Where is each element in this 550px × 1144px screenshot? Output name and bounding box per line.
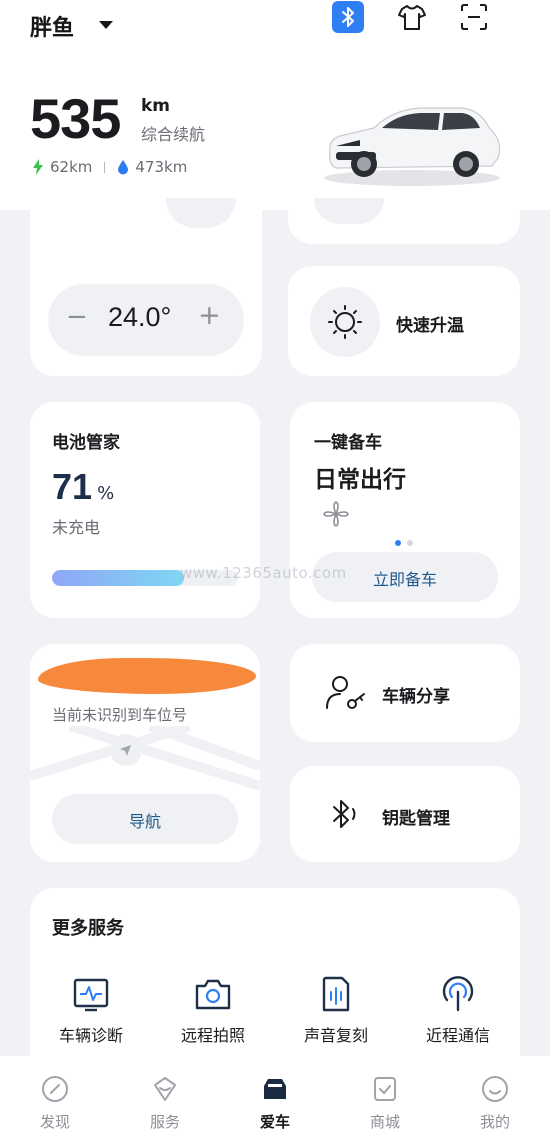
tab-service-label: 服务 xyxy=(149,1113,180,1131)
quick-action-card-top xyxy=(288,188,520,244)
range-unit: km xyxy=(141,96,171,116)
car-name[interactable]: 胖鱼 xyxy=(30,10,74,42)
service-diagnostics[interactable]: 车辆诊断 xyxy=(30,970,152,1050)
divider xyxy=(104,161,106,173)
tshirt-icon[interactable] xyxy=(396,1,428,33)
page-indicator xyxy=(395,540,413,546)
service-near-comm[interactable]: 近程通信 xyxy=(397,970,519,1050)
bottom-tab-bar: 发现 服务 爱车 商城 我的 xyxy=(0,1056,550,1144)
service-remote-photo[interactable]: 远程拍照 xyxy=(152,970,274,1050)
tab-discover[interactable]: 发现 xyxy=(0,1056,110,1144)
charge-status: 未充电 xyxy=(52,518,101,537)
temperature-control: − 24.0° + xyxy=(48,284,244,356)
navigate-label: 导航 xyxy=(128,812,161,831)
parking-card: 当前未识别到车位号 导航 xyxy=(30,644,260,862)
quick-heat-label: 快速升温 xyxy=(396,316,464,336)
diagnostics-icon xyxy=(73,978,109,1012)
battery-percent-unit: % xyxy=(97,483,115,504)
battery-bar-fill xyxy=(52,570,185,586)
tab-mall[interactable]: 商城 xyxy=(330,1056,440,1144)
camera-icon xyxy=(195,979,231,1010)
battery-title: 电池管家 xyxy=(52,433,120,453)
battery-percent: 71 xyxy=(52,466,93,507)
diamond-heart-icon xyxy=(154,1077,176,1101)
parking-status: 当前未识别到车位号 xyxy=(52,706,188,724)
bag-icon xyxy=(374,1077,396,1101)
range-label: 综合续航 xyxy=(141,125,206,144)
share-user-key-icon xyxy=(326,676,365,709)
tab-service[interactable]: 服务 xyxy=(110,1056,220,1144)
chevron-down-icon[interactable] xyxy=(99,21,113,29)
map-background xyxy=(30,726,260,791)
fuel-range: 473km xyxy=(135,158,188,176)
ready-mode[interactable]: 日常出行 xyxy=(314,460,406,494)
bluetooth-key-icon xyxy=(333,800,356,828)
more-services-title: 更多服务 xyxy=(52,918,124,939)
climate-icon-button[interactable] xyxy=(166,198,236,228)
compass-icon xyxy=(42,1076,68,1102)
temperature-plus-button[interactable]: + xyxy=(198,300,221,331)
climate-card: − 24.0° + xyxy=(30,188,262,376)
service-diagnostics-label: 车辆诊断 xyxy=(58,1026,123,1045)
fuel-drop-icon xyxy=(118,160,129,175)
service-voice-clone[interactable]: 声音复刻 xyxy=(275,970,397,1050)
watermark-text: www.12365auto.com xyxy=(180,564,347,582)
navigate-button[interactable]: 导航 xyxy=(52,794,238,844)
tab-profile-label: 我的 xyxy=(479,1113,510,1131)
temperature-minus-button[interactable]: − xyxy=(66,302,88,332)
tab-my-car[interactable]: 爱车 xyxy=(220,1056,330,1144)
key-management-card[interactable]: 钥匙管理 xyxy=(290,766,520,862)
ready-card: 一键备车 日常出行 立即备车 xyxy=(290,402,520,618)
sun-icon xyxy=(328,305,362,339)
vehicle-share-label: 车辆分享 xyxy=(382,687,450,707)
quick-heat-card[interactable]: 快速升温 xyxy=(288,266,520,376)
service-near-comm-label: 近程通信 xyxy=(425,1026,490,1045)
car-icon xyxy=(264,1079,286,1099)
vehicle-header: 胖鱼 535 km 综合续航 62km 473km xyxy=(0,0,550,210)
near-comm-icon xyxy=(442,976,474,1012)
battery-card[interactable]: 电池管家 71 % 未充电 xyxy=(30,402,260,618)
tab-profile[interactable]: 我的 xyxy=(440,1056,550,1144)
electric-range: 62km xyxy=(50,158,93,176)
car-image[interactable] xyxy=(316,96,504,188)
range-value: 535 xyxy=(30,87,121,150)
ready-title: 一键备车 xyxy=(314,433,382,453)
lightning-icon xyxy=(33,159,43,175)
page-dot xyxy=(407,540,413,546)
service-voice-clone-label: 声音复刻 xyxy=(303,1026,368,1045)
vehicle-share-card[interactable]: 车辆分享 xyxy=(290,644,520,742)
tab-my-car-label: 爱车 xyxy=(259,1113,290,1131)
battery-percent-group: 71 % xyxy=(52,466,114,508)
profile-icon xyxy=(482,1076,508,1102)
page-dot-active xyxy=(395,540,401,546)
tab-mall-label: 商城 xyxy=(369,1113,400,1131)
location-arrow-icon xyxy=(110,734,142,766)
key-management-label: 钥匙管理 xyxy=(382,809,450,829)
service-remote-photo-label: 远程拍照 xyxy=(180,1026,245,1045)
range-breakdown: 62km 473km xyxy=(32,158,187,176)
fan-icon xyxy=(323,501,349,527)
quick-action-icon-button[interactable] xyxy=(314,198,384,224)
redacted-location xyxy=(38,658,256,694)
temperature-value: 24.0° xyxy=(108,302,172,332)
voice-clone-icon xyxy=(322,976,350,1012)
bluetooth-icon[interactable] xyxy=(332,1,364,33)
tab-discover-label: 发现 xyxy=(39,1113,70,1131)
sun-icon-wrap xyxy=(310,287,380,357)
scan-icon[interactable] xyxy=(458,1,490,33)
